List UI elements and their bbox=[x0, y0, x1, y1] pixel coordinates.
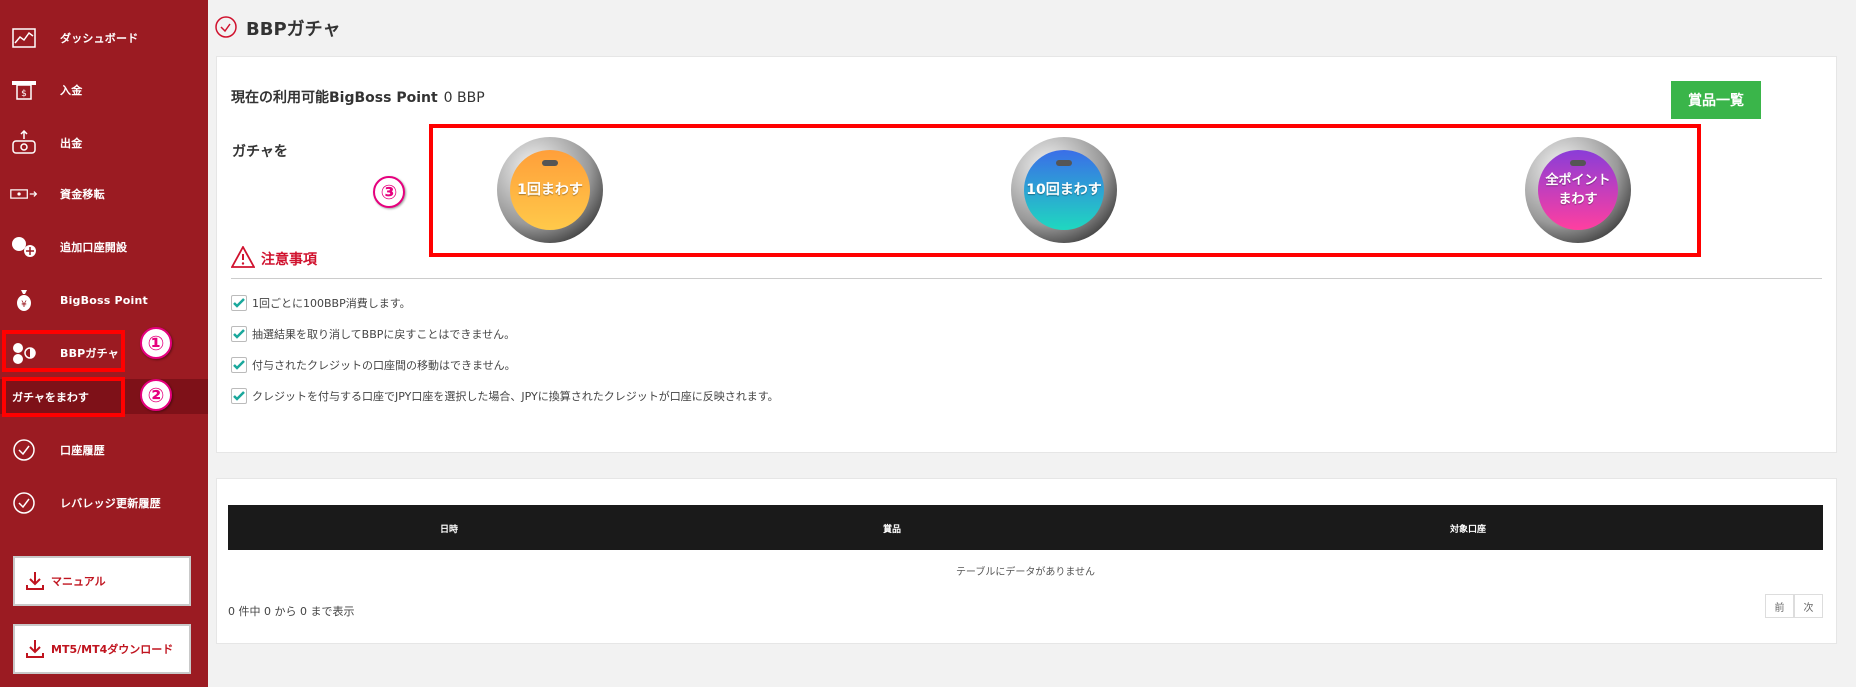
spin-all-button[interactable]: 全ポイント まわす bbox=[1525, 137, 1631, 243]
sidebar-item-transfer[interactable]: 資金移転 bbox=[0, 168, 208, 220]
manual-button[interactable]: マニュアル bbox=[13, 556, 191, 606]
column-header-prize[interactable]: 賞品 bbox=[883, 522, 901, 535]
prize-list-button[interactable]: 賞品一覧 bbox=[1671, 81, 1761, 119]
spin-once-label: 1回まわす bbox=[517, 182, 583, 198]
table-header: 日時 賞品 対象口座 bbox=[228, 505, 1823, 550]
manual-button-label: マニュアル bbox=[51, 575, 106, 588]
annotation-badge-2: ② bbox=[140, 379, 172, 411]
notice-item: クレジットを付与する口座でJPY口座を選択した場合、JPYに換算されたクレジット… bbox=[231, 388, 779, 404]
sidebar-item-label: 資金移転 bbox=[60, 188, 105, 201]
column-header-datetime[interactable]: 日時 bbox=[440, 522, 458, 535]
sidebar-item-bigboss-point[interactable]: ¥ BigBoss Point bbox=[0, 274, 208, 326]
notice-text: クレジットを付与する口座でJPY口座を選択した場合、JPYに換算されたクレジット… bbox=[252, 390, 779, 403]
spin-ten-face: 10回まわす bbox=[1024, 150, 1104, 230]
spin-once-button[interactable]: 1回まわす bbox=[497, 137, 603, 243]
points-value: 0 BBP bbox=[443, 90, 485, 106]
notice-title: 注意事項 bbox=[261, 252, 317, 268]
coin-slot-icon bbox=[1056, 160, 1072, 166]
svg-text:¥: ¥ bbox=[21, 300, 27, 310]
annotation-badge-3: ③ bbox=[373, 176, 405, 208]
sidebar-item-withdraw[interactable]: 出金 bbox=[0, 117, 208, 169]
points-label: 現在の利用可能BigBoss Point bbox=[231, 90, 438, 106]
notice-divider bbox=[231, 278, 1822, 279]
history-card bbox=[216, 478, 1837, 644]
sidebar-item-leverage-history[interactable]: レバレッジ更新履歴 bbox=[0, 477, 208, 529]
coin-slot-icon bbox=[542, 160, 558, 166]
next-page-button[interactable]: 次 bbox=[1794, 594, 1823, 618]
checkmark-icon bbox=[231, 357, 247, 373]
clock-check-icon bbox=[214, 14, 238, 42]
sidebar-item-label: レバレッジ更新履歴 bbox=[60, 497, 161, 510]
point-bag-icon: ¥ bbox=[10, 286, 38, 314]
transfer-icon bbox=[10, 180, 38, 208]
annotation-box-2 bbox=[2, 377, 125, 417]
spin-all-label-line1: 全ポイント bbox=[1545, 173, 1611, 188]
gacha-label: ガチャを bbox=[232, 144, 288, 160]
sidebar-item-label: 出金 bbox=[60, 137, 83, 150]
chart-icon bbox=[10, 24, 38, 52]
prev-page-button[interactable]: 前 bbox=[1765, 594, 1794, 618]
spin-once-face: 1回まわす bbox=[510, 150, 590, 230]
coin-slot-icon bbox=[1570, 160, 1586, 166]
warning-icon bbox=[230, 245, 256, 272]
checkmark-icon bbox=[231, 326, 247, 342]
sidebar-item-dashboard[interactable]: ダッシュボード bbox=[0, 12, 208, 64]
sidebar-item-label: 口座履歴 bbox=[60, 444, 105, 457]
notice-text: 1回ごとに100BBP消費します。 bbox=[252, 297, 411, 310]
sidebar-item-deposit[interactable]: $ 入金 bbox=[0, 64, 208, 116]
notice-item: 1回ごとに100BBP消費します。 bbox=[231, 295, 411, 311]
sidebar-item-label: 追加口座開設 bbox=[60, 241, 128, 254]
mt-download-button-label: MT5/MT4ダウンロード bbox=[51, 643, 174, 656]
column-header-account[interactable]: 対象口座 bbox=[1450, 522, 1486, 535]
add-user-icon bbox=[10, 233, 38, 261]
sidebar-item-label: BigBoss Point bbox=[60, 293, 148, 307]
notice-text: 抽選結果を取り消してBBPに戻すことはできません。 bbox=[252, 328, 516, 341]
spin-all-face: 全ポイント まわす bbox=[1538, 150, 1618, 230]
clock-check-icon bbox=[10, 436, 38, 464]
points-display: 現在の利用可能BigBoss Point 0 BBP bbox=[231, 87, 485, 107]
checkmark-icon bbox=[231, 388, 247, 404]
table-empty-message: テーブルにデータがありません bbox=[955, 567, 1096, 578]
sidebar-item-account-history[interactable]: 口座履歴 bbox=[0, 424, 208, 476]
pagination: 前 次 bbox=[1765, 594, 1823, 618]
notice-item: 抽選結果を取り消してBBPに戻すことはできません。 bbox=[231, 326, 515, 342]
sidebar-item-label: ダッシュボード bbox=[60, 32, 139, 45]
mt-download-button[interactable]: MT5/MT4ダウンロード bbox=[13, 624, 191, 674]
notice-header: 注意事項 bbox=[230, 245, 317, 272]
page-title: BBPガチャ bbox=[246, 19, 341, 40]
sidebar-item-add-account[interactable]: 追加口座開設 bbox=[0, 221, 208, 273]
clock-check-icon bbox=[10, 489, 38, 517]
atm-icon: $ bbox=[10, 76, 38, 104]
download-icon bbox=[25, 571, 45, 591]
svg-text:$: $ bbox=[21, 89, 27, 99]
notice-text: 付与されたクレジットの口座間の移動はできません。 bbox=[252, 359, 516, 372]
checkmark-icon bbox=[231, 295, 247, 311]
spin-all-label-line2: まわす bbox=[1558, 192, 1598, 207]
cash-icon bbox=[10, 129, 38, 157]
table-info: 0 件中 0 から 0 まで表示 bbox=[228, 605, 355, 618]
annotation-badge-1: ① bbox=[140, 327, 172, 359]
page-header: BBPガチャ bbox=[214, 14, 340, 42]
notice-item: 付与されたクレジットの口座間の移動はできません。 bbox=[231, 357, 516, 373]
download-icon bbox=[25, 639, 45, 659]
spin-ten-button[interactable]: 10回まわす bbox=[1011, 137, 1117, 243]
spin-ten-label: 10回まわす bbox=[1026, 182, 1102, 198]
sidebar-item-label: 入金 bbox=[60, 84, 83, 97]
annotation-box-1 bbox=[2, 330, 125, 372]
